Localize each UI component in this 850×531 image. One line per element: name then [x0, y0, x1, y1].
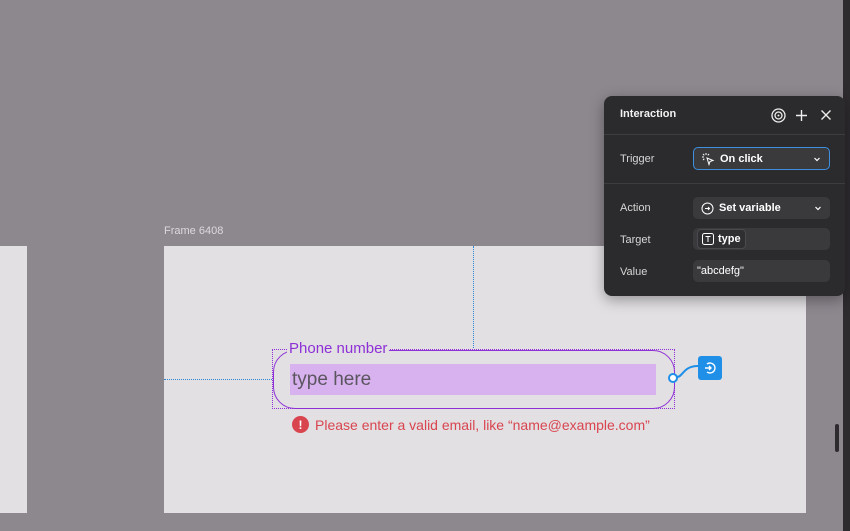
- target-icon[interactable]: [770, 107, 786, 123]
- value-text: "abcdefg": [697, 265, 744, 277]
- trigger-value: On click: [720, 152, 763, 165]
- error-icon: !: [292, 416, 309, 433]
- frame-label[interactable]: Frame 6408: [164, 225, 223, 237]
- error-message: ! Please enter a valid email, like “name…: [292, 416, 650, 433]
- value-input[interactable]: "abcdefg": [693, 260, 830, 282]
- chevron-down-icon: [814, 204, 822, 212]
- interaction-icon: [705, 362, 716, 374]
- interaction-panel: Interaction Trigger On click Action Set …: [604, 96, 845, 296]
- error-text: Please enter a valid email, like “name@e…: [315, 416, 650, 433]
- trigger-label: Trigger: [620, 153, 655, 165]
- adjacent-frame: [0, 246, 27, 513]
- connector-line: [677, 365, 699, 378]
- cursor-click-icon: [700, 151, 716, 167]
- phone-field-input[interactable]: type here: [290, 364, 656, 395]
- horizontal-guide-line: [164, 379, 272, 380]
- action-select[interactable]: Set variable: [693, 197, 830, 219]
- target-chip[interactable]: type: [697, 229, 746, 249]
- action-label: Action: [620, 202, 651, 214]
- trigger-select[interactable]: On click: [693, 147, 830, 170]
- target-label: Target: [620, 234, 651, 246]
- interaction-badge[interactable]: [698, 356, 722, 380]
- target-value: type: [718, 233, 741, 245]
- panel-header: Interaction: [604, 96, 845, 135]
- plus-icon[interactable]: [793, 107, 809, 123]
- action-value: Set variable: [719, 202, 781, 214]
- text-type-icon: [702, 233, 714, 245]
- chevron-down-icon: [813, 155, 821, 163]
- target-field[interactable]: type: [693, 228, 830, 250]
- panel-divider: [604, 183, 845, 184]
- panel-title: Interaction: [620, 108, 677, 120]
- value-label: Value: [620, 266, 648, 278]
- connector-handle[interactable]: [668, 373, 678, 383]
- scrollbar-thumb[interactable]: [835, 424, 839, 452]
- phone-field-label: Phone number: [287, 340, 390, 358]
- variable-icon: [699, 200, 715, 216]
- vertical-guide-line: [473, 246, 474, 348]
- close-icon[interactable]: [818, 107, 834, 123]
